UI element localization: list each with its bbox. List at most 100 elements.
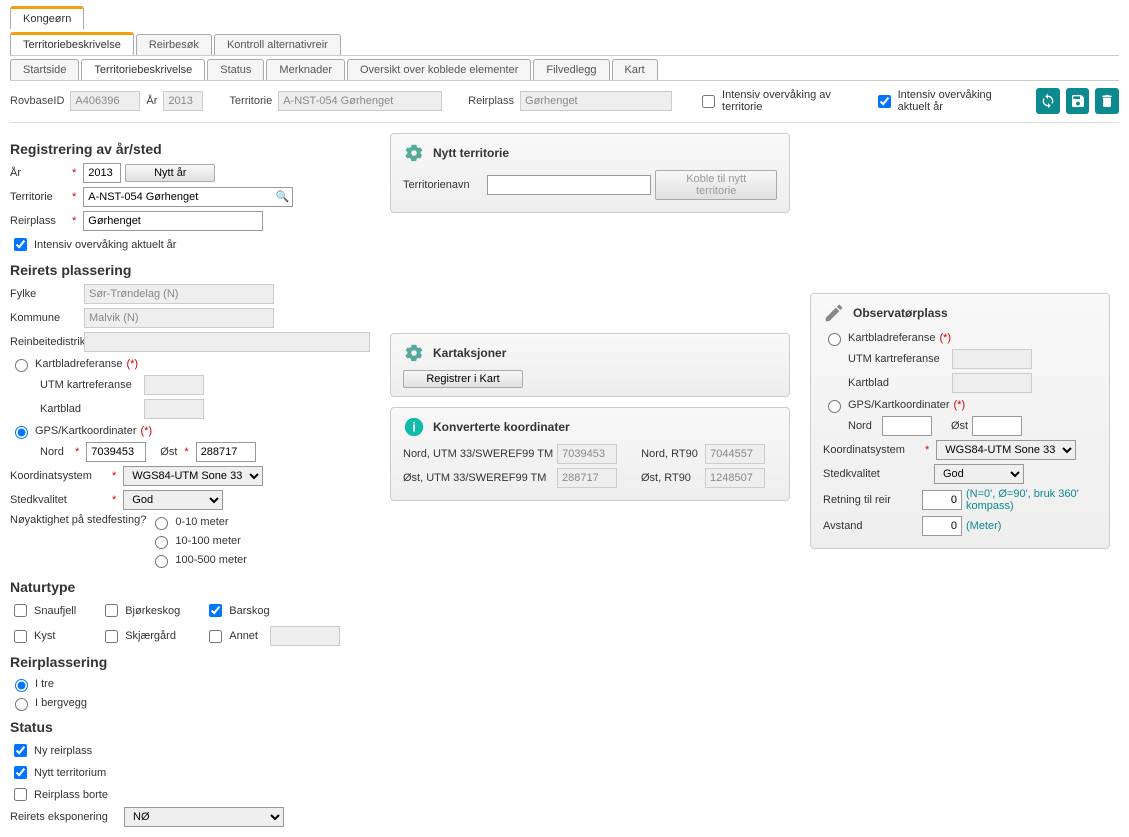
reirplass-field[interactable] xyxy=(83,211,263,231)
reinbeite-field xyxy=(84,332,370,352)
kyst-checkbox[interactable] xyxy=(14,630,27,643)
tab-status[interactable]: Status xyxy=(207,59,264,80)
noyaktighet-label: Nøyaktighet på stedfesting? xyxy=(10,514,146,526)
tab-oversikt[interactable]: Oversikt over koblede elementer xyxy=(347,59,531,80)
obs-nord-label: Nord xyxy=(848,420,878,432)
itre-label: I tre xyxy=(35,678,54,690)
obs-utm-field xyxy=(952,349,1032,369)
koordsys-select[interactable]: WGS84-UTM Sone 33 xyxy=(123,466,263,486)
nytt-territorie-panel: Nytt territorie Territorienavn Koble til… xyxy=(390,133,790,213)
territorie-top-label: Territorie xyxy=(229,95,272,107)
gear-icon xyxy=(403,142,425,164)
terr-navn-field[interactable] xyxy=(487,175,651,195)
barskog-label: Barskog xyxy=(229,605,269,617)
reirplass-top-field xyxy=(520,91,672,111)
tab-kart[interactable]: Kart xyxy=(612,59,658,80)
stedkval-select[interactable]: God xyxy=(123,490,223,510)
reirets-eksp-select[interactable]: NØ xyxy=(124,807,284,827)
required-indicator: * xyxy=(184,446,188,458)
utm-label: UTM kartreferanse xyxy=(40,379,140,391)
snaufjell-checkbox[interactable] xyxy=(14,604,27,617)
registrer-kart-button[interactable]: Registrer i Kart xyxy=(403,370,523,388)
tab-sub-kontroll[interactable]: Kontroll alternativreir xyxy=(214,34,341,55)
intensiv-terr-label: Intensiv overvåking av territorie xyxy=(722,89,858,113)
reirplass-top-label: Reirplass xyxy=(468,95,514,107)
bjork-checkbox[interactable] xyxy=(105,604,118,617)
tab-sub-reirbesok[interactable]: Reirbesøk xyxy=(136,34,212,55)
obs-nord-field[interactable] xyxy=(882,416,932,436)
itre-radio[interactable] xyxy=(15,679,28,692)
tab-territoriebeskrivelse[interactable]: Territoriebeskrivelse xyxy=(81,59,205,80)
retning-label: Retning til reir xyxy=(823,494,918,506)
obs-koordsys-label: Koordinatsystem xyxy=(823,444,918,456)
obs-kartblad-field xyxy=(952,373,1032,393)
obs-gps-radio[interactable] xyxy=(828,400,841,413)
observator-panel: Observatørplass Kartbladreferanse (*) UT… xyxy=(810,293,1110,549)
intensiv-aktuelt-checkbox[interactable] xyxy=(878,95,891,108)
obs-kartbladref-radio[interactable] xyxy=(828,333,841,346)
intensiv-reg-checkbox[interactable] xyxy=(14,238,27,251)
obs-stedkval-select[interactable]: God xyxy=(934,464,1024,484)
kartaksjoner-panel: Kartaksjoner Registrer i Kart xyxy=(390,333,790,397)
retning-field[interactable] xyxy=(922,490,962,510)
kommune-label: Kommune xyxy=(10,312,80,324)
svg-text:i: i xyxy=(412,420,416,435)
konverterte-panel: i Konverterte koordinater Nord, UTM 33/S… xyxy=(390,407,790,501)
status-title: Status xyxy=(10,719,370,735)
required-indicator: * xyxy=(72,191,76,203)
delete-button[interactable] xyxy=(1095,88,1119,114)
reir-borte-label: Reirplass borte xyxy=(34,789,108,801)
kartbladref-radio[interactable] xyxy=(15,359,28,372)
avstand-field[interactable] xyxy=(922,516,962,536)
ost-field[interactable] xyxy=(196,442,256,462)
noy-0-10-radio[interactable] xyxy=(155,517,168,530)
kartblad-field xyxy=(144,399,204,419)
nord-utm-label: Nord, UTM 33/SWEREF99 TM xyxy=(403,448,553,460)
koordsys-label: Koordinatsystem xyxy=(10,470,105,482)
stedkval-label: Stedkvalitet xyxy=(10,494,105,506)
koble-button[interactable]: Koble til nytt territorie xyxy=(655,170,777,200)
required-indicator: * xyxy=(112,494,116,506)
nord-field[interactable] xyxy=(86,442,146,462)
noy-10-100-label: 10-100 meter xyxy=(175,535,240,547)
registrering-title: Registrering av år/sted xyxy=(10,141,370,157)
ny-reir-checkbox[interactable] xyxy=(14,744,27,757)
intensiv-terr-checkbox[interactable] xyxy=(702,95,715,108)
ibergvegg-radio[interactable] xyxy=(15,698,28,711)
skjaer-checkbox[interactable] xyxy=(105,630,118,643)
konverterte-title: Konverterte koordinater xyxy=(433,420,570,434)
obs-gps-label: GPS/Kartkoordinater xyxy=(848,399,950,411)
obs-koordsys-select[interactable]: WGS84-UTM Sone 33 xyxy=(936,440,1076,460)
annet-checkbox[interactable] xyxy=(209,630,222,643)
obs-ost-field[interactable] xyxy=(972,416,1022,436)
kartblad-label: Kartblad xyxy=(40,403,140,415)
ar-field[interactable] xyxy=(83,163,121,183)
utm-field xyxy=(144,375,204,395)
skjaer-label: Skjærgård xyxy=(125,630,176,642)
nord-rt-field xyxy=(705,444,765,464)
tab-startside[interactable]: Startside xyxy=(10,59,79,80)
barskog-checkbox[interactable] xyxy=(209,604,222,617)
tab-sub-territoriebeskrivelse[interactable]: Territoriebeskrivelse xyxy=(10,32,134,55)
required-indicator: * xyxy=(112,470,116,482)
noy-10-100-radio[interactable] xyxy=(155,536,168,549)
nytt-terr-checkbox[interactable] xyxy=(14,766,27,779)
tab-merknader[interactable]: Merknader xyxy=(266,59,345,80)
obs-utm-label: UTM kartreferanse xyxy=(848,353,948,365)
paren-star: (*) xyxy=(939,332,951,344)
tab-filvedlegg[interactable]: Filvedlegg xyxy=(533,59,609,80)
gps-radio[interactable] xyxy=(15,426,28,439)
nord-label: Nord xyxy=(40,446,68,458)
nytt-terr-title: Nytt territorie xyxy=(433,146,509,160)
ost-rt-field xyxy=(705,468,765,488)
fylke-label: Fylke xyxy=(10,288,80,300)
save-button[interactable] xyxy=(1066,88,1090,114)
annet-field xyxy=(270,626,340,646)
noy-100-500-radio[interactable] xyxy=(155,555,168,568)
territorie-field[interactable] xyxy=(83,187,293,207)
nytt-ar-button[interactable]: Nytt år xyxy=(125,164,215,182)
territorie-label: Territorie xyxy=(10,191,65,203)
tab-main-kongeorn[interactable]: Kongeørn xyxy=(10,6,84,29)
ar-label: År xyxy=(10,167,65,179)
refresh-button[interactable] xyxy=(1036,88,1060,114)
